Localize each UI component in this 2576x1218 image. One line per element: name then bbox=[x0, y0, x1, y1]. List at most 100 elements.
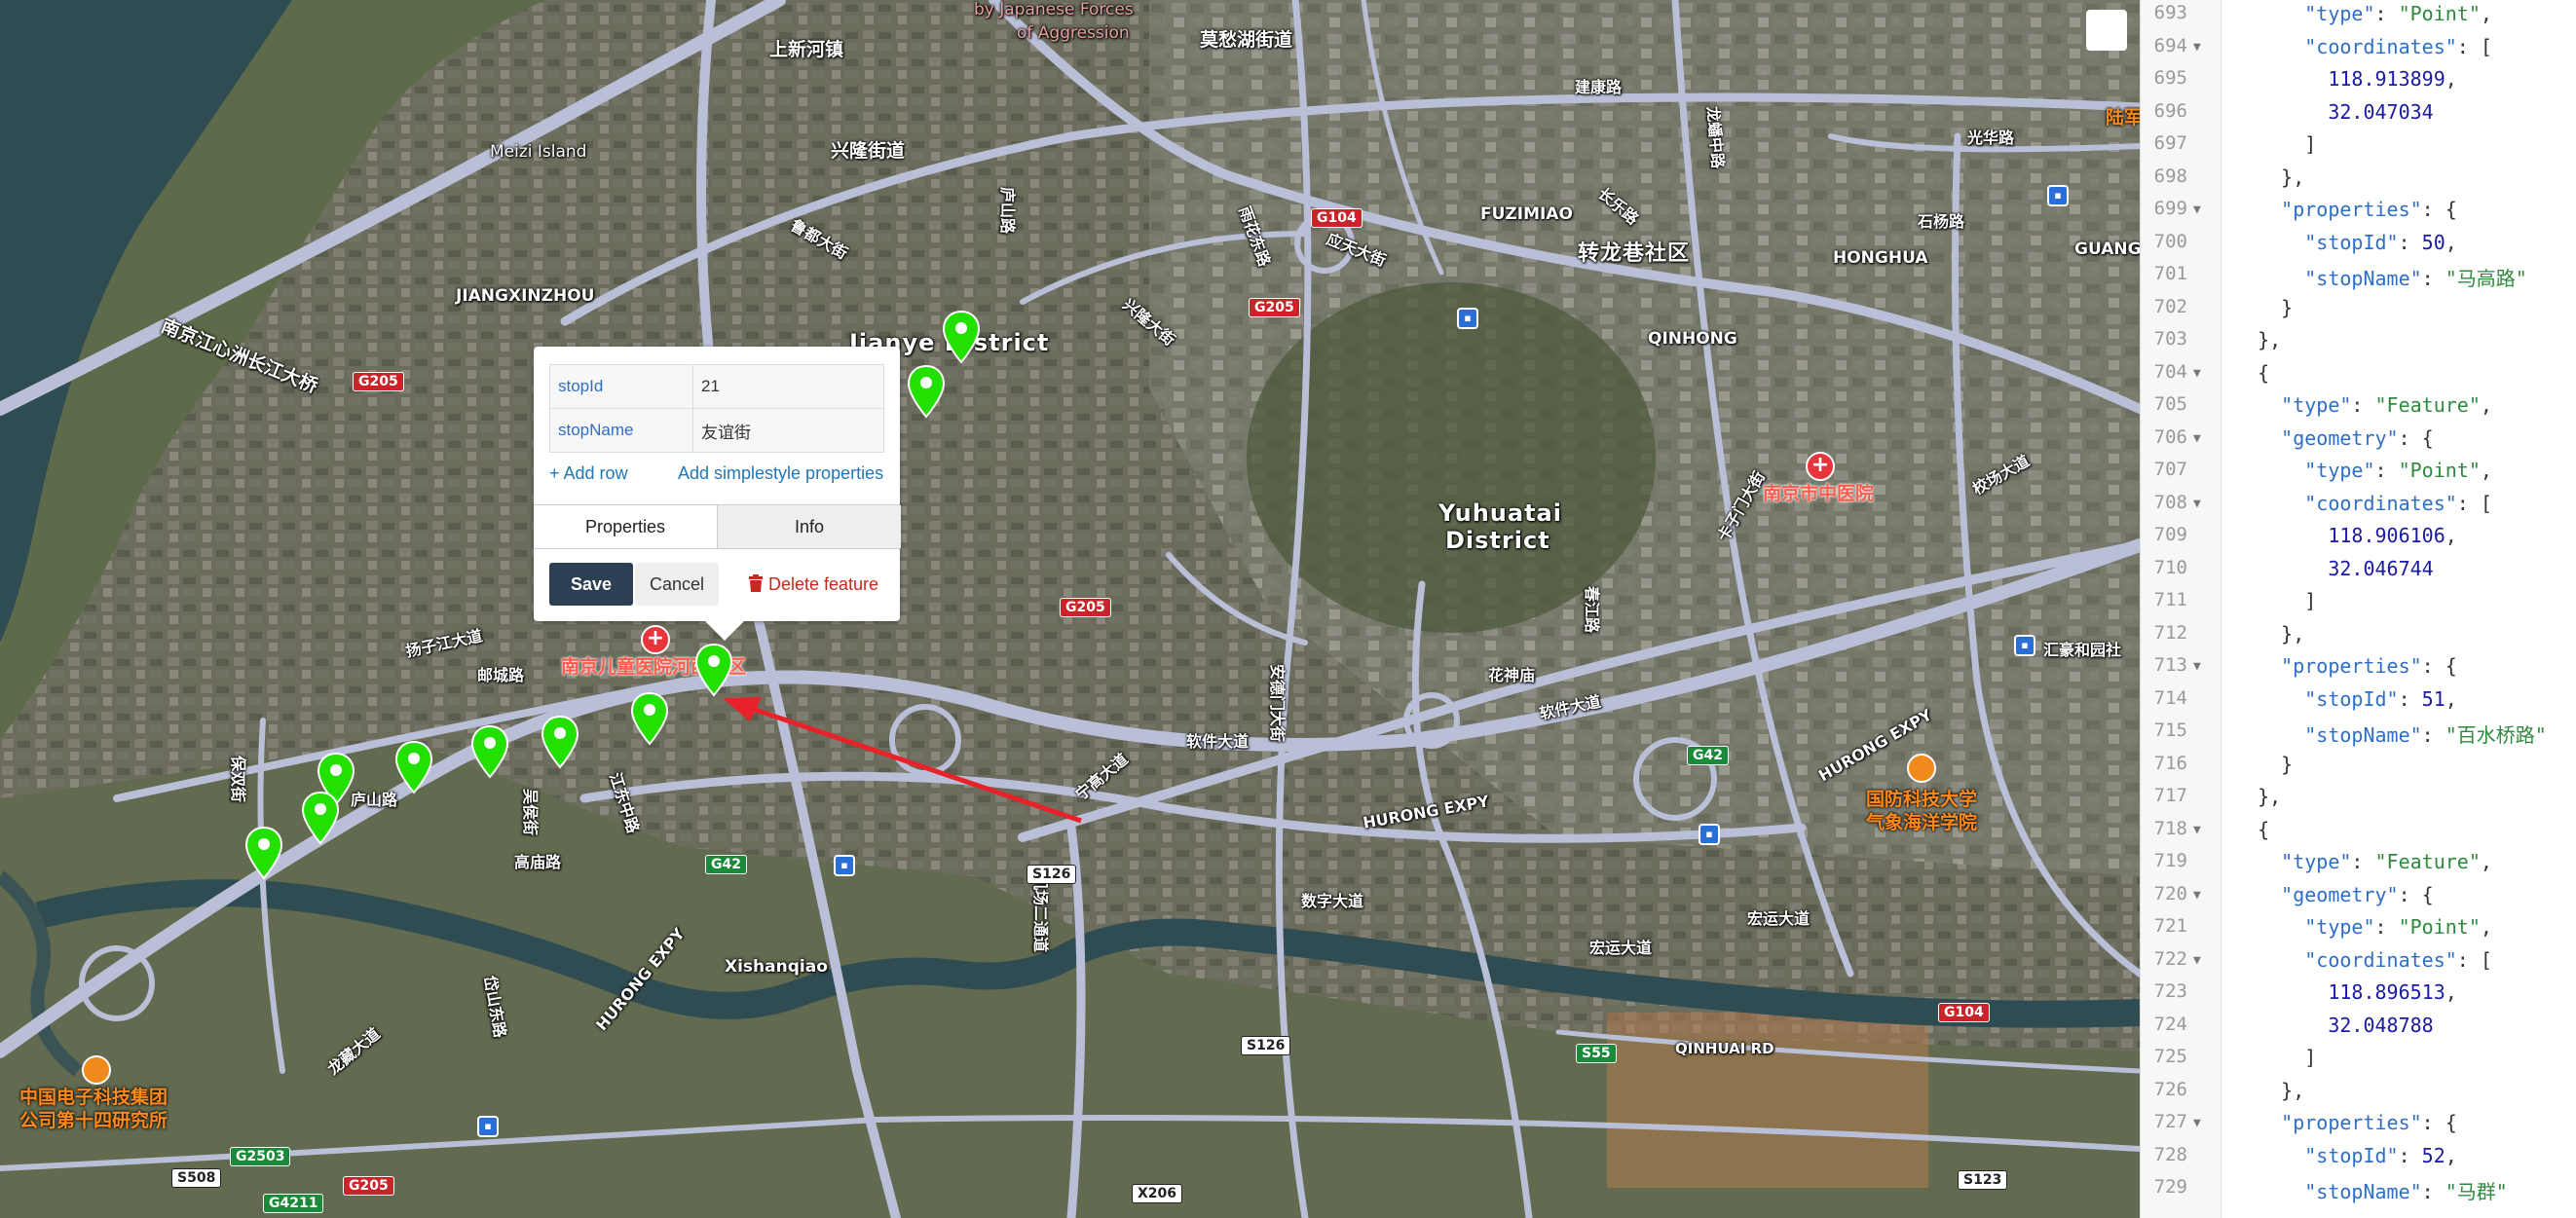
street-label: 宏运大道 bbox=[1589, 939, 1653, 957]
code-line[interactable]: }, bbox=[2234, 166, 2304, 189]
stop-marker-pin[interactable] bbox=[243, 826, 284, 880]
area-label: FUZIMIAO bbox=[1480, 204, 1573, 224]
property-key[interactable]: stopName bbox=[549, 408, 693, 453]
cancel-button[interactable]: Cancel bbox=[635, 563, 719, 606]
code-line[interactable]: "properties": { bbox=[2234, 1111, 2457, 1134]
save-button[interactable]: Save bbox=[549, 563, 633, 606]
tab-info[interactable]: Info bbox=[717, 505, 901, 548]
line-number: 721 bbox=[2153, 915, 2187, 937]
code-line[interactable]: } bbox=[2234, 753, 2293, 776]
stop-marker-pin[interactable] bbox=[393, 740, 434, 794]
code-line[interactable]: ] bbox=[2234, 132, 2316, 156]
map-view[interactable]: Jianye District Yuhuatai District 转龙巷社区 … bbox=[0, 0, 2140, 1218]
code-line[interactable]: "type": "Feature", bbox=[2234, 393, 2492, 417]
code-line[interactable]: ] bbox=[2234, 589, 2316, 612]
street-label: 保双街 bbox=[229, 756, 247, 803]
fold-arrow-icon[interactable]: ▼ bbox=[2193, 1116, 2201, 1130]
feature-popup: stopId 21 stopName 友谊街 + Add row Add sim… bbox=[534, 347, 901, 641]
highway-shield: S55 bbox=[1576, 1044, 1617, 1063]
code-line[interactable]: 32.046744 bbox=[2234, 557, 2433, 580]
add-simplestyle-link[interactable]: Add simplestyle properties bbox=[678, 463, 883, 484]
line-number-gutter: 693 694 ▼ 695 696 697 698 699 ▼ 700 701 702 703 704 ▼ 7… bbox=[2141, 0, 2221, 1218]
line-number: 706 bbox=[2153, 425, 2187, 448]
stop-marker-pin[interactable] bbox=[906, 364, 947, 419]
fold-arrow-icon[interactable]: ▼ bbox=[2193, 497, 2201, 511]
highway-shield: G205 bbox=[1249, 298, 1300, 317]
code-line[interactable]: "stopName": "百水桥路" bbox=[2234, 720, 2547, 748]
code-line[interactable]: "properties": { bbox=[2234, 654, 2457, 678]
fold-arrow-icon[interactable]: ▼ bbox=[2193, 40, 2201, 55]
line-number: 697 bbox=[2153, 132, 2187, 154]
code-line[interactable]: "type": "Point", bbox=[2234, 2, 2492, 25]
stop-marker-pin-selected[interactable] bbox=[693, 643, 734, 697]
fold-arrow-icon[interactable]: ▼ bbox=[2193, 953, 2201, 968]
code-line[interactable]: "properties": { bbox=[2234, 198, 2457, 221]
street-label: 高庙路 bbox=[514, 853, 562, 871]
hospital-icon: + bbox=[641, 625, 670, 654]
code-line[interactable]: 118.913899, bbox=[2234, 67, 2456, 91]
code-line[interactable]: "stopId": 50, bbox=[2234, 231, 2457, 254]
geojson-editor[interactable]: 693 694 ▼ 695 696 697 698 699 ▼ 700 701 702 703 704 ▼ 7… bbox=[2140, 0, 2576, 1218]
street-label: 庐山路 bbox=[351, 791, 398, 809]
code-line[interactable]: "type": "Feature", bbox=[2234, 850, 2492, 873]
map-control-button[interactable] bbox=[2086, 10, 2127, 51]
bus-stop-icon: ▪ bbox=[1457, 308, 1478, 329]
line-number: 705 bbox=[2153, 393, 2187, 415]
code-line[interactable]: }, bbox=[2234, 785, 2281, 808]
property-key[interactable]: stopId bbox=[549, 364, 693, 409]
delete-feature-button[interactable]: Delete feature bbox=[740, 563, 886, 606]
fold-arrow-icon[interactable]: ▼ bbox=[2193, 431, 2201, 446]
street-label: 庐山路 bbox=[998, 187, 1017, 235]
line-number: 700 bbox=[2153, 230, 2187, 252]
line-number: 725 bbox=[2153, 1046, 2187, 1067]
line-number: 718 bbox=[2153, 817, 2187, 839]
line-number: 709 bbox=[2153, 524, 2187, 545]
property-value[interactable]: 友谊街 bbox=[692, 408, 884, 453]
stop-marker-pin[interactable] bbox=[629, 691, 670, 746]
code-line[interactable]: { bbox=[2234, 361, 2269, 385]
code-line[interactable]: "coordinates": [ bbox=[2234, 35, 2492, 58]
code-line[interactable]: "coordinates": [ bbox=[2234, 492, 2492, 515]
add-row-link[interactable]: + Add row bbox=[549, 463, 628, 484]
code-line[interactable]: "geometry": { bbox=[2234, 883, 2434, 906]
code-line[interactable]: "type": "Point", bbox=[2234, 915, 2492, 939]
area-label: JIANGXINZHOU bbox=[456, 286, 595, 306]
line-number: 717 bbox=[2153, 785, 2187, 806]
area-label: QINHONG bbox=[1648, 329, 1737, 349]
code-line[interactable]: "stopName": "马高路" bbox=[2234, 263, 2527, 291]
code-line[interactable]: "type": "Point", bbox=[2234, 459, 2492, 482]
stop-marker-pin[interactable] bbox=[941, 310, 982, 364]
code-line[interactable]: "stopId": 52, bbox=[2234, 1144, 2457, 1167]
code-line[interactable]: }, bbox=[2234, 1079, 2304, 1102]
code-line[interactable]: { bbox=[2234, 818, 2269, 841]
fold-arrow-icon[interactable]: ▼ bbox=[2193, 659, 2201, 674]
code-line[interactable]: }, bbox=[2234, 622, 2304, 646]
highway-shield: S126 bbox=[1241, 1036, 1291, 1055]
fold-arrow-icon[interactable]: ▼ bbox=[2193, 366, 2201, 381]
line-number: 726 bbox=[2153, 1078, 2187, 1100]
code-line[interactable]: 118.896513, bbox=[2234, 980, 2456, 1004]
highway-shield: S508 bbox=[171, 1168, 222, 1188]
code-line[interactable]: }, bbox=[2234, 328, 2281, 351]
line-number: 699 bbox=[2153, 198, 2187, 219]
code-line[interactable]: 32.047034 bbox=[2234, 100, 2433, 124]
fold-arrow-icon[interactable]: ▼ bbox=[2193, 888, 2201, 903]
fold-arrow-icon[interactable]: ▼ bbox=[2193, 823, 2201, 837]
code-line[interactable]: } bbox=[2234, 296, 2293, 319]
code-line[interactable]: 118.906106, bbox=[2234, 524, 2456, 547]
stop-marker-pin[interactable] bbox=[469, 724, 510, 779]
line-number: 722 bbox=[2153, 947, 2187, 970]
code-line[interactable]: 32.048788 bbox=[2234, 1014, 2433, 1037]
institute-icon bbox=[1907, 754, 1936, 783]
stop-marker-pin[interactable] bbox=[540, 715, 580, 769]
code-line[interactable]: "stopId": 51, bbox=[2234, 687, 2457, 711]
line-number: 724 bbox=[2153, 1013, 2187, 1035]
code-line[interactable]: "geometry": { bbox=[2234, 426, 2434, 450]
fold-arrow-icon[interactable]: ▼ bbox=[2193, 203, 2201, 217]
code-line[interactable]: ] bbox=[2234, 1046, 2316, 1069]
code-line[interactable]: "stopName": "马群" bbox=[2234, 1176, 2508, 1204]
tab-properties[interactable]: Properties bbox=[534, 505, 717, 548]
stop-marker-pin[interactable] bbox=[300, 791, 341, 845]
code-line[interactable]: "coordinates": [ bbox=[2234, 948, 2492, 972]
property-value[interactable]: 21 bbox=[692, 364, 884, 409]
